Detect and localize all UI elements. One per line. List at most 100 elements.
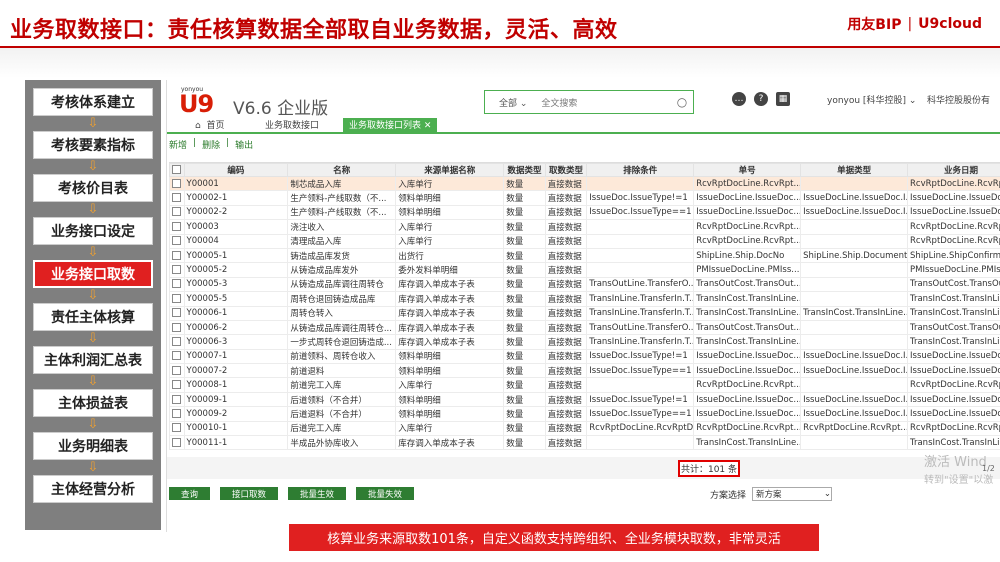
toolbar-separator: | [226,138,230,148]
table-cell: PMIssueDocLine.PMIss... [907,262,1000,278]
column-header[interactable]: 编码 [183,163,289,177]
table-row[interactable]: Y00006-1 周转仓转入 库存调入单成本子表 数量 直接数据 TransInLine.… [169,305,1000,321]
scheme-select[interactable]: 新方案 ⌄ [752,487,833,501]
row-checkbox[interactable] [169,247,185,264]
row-checkbox[interactable] [169,391,185,408]
table-row[interactable]: Y00009-1 后道领料（不合并） 领料单明细 数量 直接数据 IssueDoc.Iss… [169,391,1000,408]
table-row[interactable]: Y00002-2 生产领料-产线取数（不... 领料单明细 数量 直接数据 IssueDo… [169,204,1000,221]
column-header[interactable]: 取数类型 [544,163,588,177]
search-icon[interactable]: ○ [671,95,693,109]
table-cell: ShipLine.Ship.Document... [800,247,909,264]
data-table: 编码 名称 来源单据名称 数据类型 取数类型 排除条件 单号 单据类型 业务日期 Y00001 制… [169,163,1000,451]
tab-business-fetch[interactable]: 业务取数接口 [265,118,319,134]
delete-button[interactable]: 删除 [202,138,220,151]
table-cell: Y00005-1 [183,247,289,264]
row-checkbox[interactable] [169,334,185,350]
batch-effect-button[interactable]: 批量生效 [288,487,347,500]
row-checkbox[interactable] [169,276,185,293]
row-checkbox[interactable] [169,319,185,336]
table-row[interactable]: Y00006-3 一步式周转仓退回铸造成... 库存调入单成本子表 数量 直接数据 Tra… [169,334,1000,350]
top-icons: … ? ▦ [732,92,790,106]
flow-step: 责任主体核算 [33,303,153,331]
flow-arrow-icon: ⇩ [87,417,99,432]
row-checkbox[interactable] [169,377,185,393]
row-checkbox[interactable] [169,233,185,249]
select-all-checkbox[interactable] [169,163,185,177]
table-row[interactable]: Y00005-2 从铸造成品库发外 委外发料单明细 数量 直接数据 PMIssueDocL… [169,262,1000,278]
table-row[interactable]: Y00004 清理成品入库 入库单行 数量 直接数据 RcvRptDocLine.RcvR… [169,233,1000,249]
flow-arrow-icon: ⇩ [87,245,99,260]
column-header[interactable]: 名称 [287,163,397,177]
row-checkbox[interactable] [169,204,185,221]
u9-app-window: yonyou U9 V6.6 企业版 全部 ⌄ 全文搜索 ○ … ? ▦ yon… [166,80,1000,532]
global-search[interactable]: 全部 ⌄ 全文搜索 ○ [484,90,694,114]
table-row[interactable]: Y00007-2 前道退料 领料单明细 数量 直接数据 IssueDoc.IssueTyp… [169,363,1000,379]
table-row[interactable]: Y00009-2 后道退料（不合并） 领料单明细 数量 直接数据 IssueDoc.Iss… [169,406,1000,422]
row-checkbox[interactable] [169,305,185,321]
message-icon[interactable]: … [732,92,746,106]
table-row[interactable]: Y00005-1 铸造成品库发货 出货行 数量 直接数据 ShipLine.Ship.Do… [169,247,1000,264]
table-cell: 半成品外协库收入 [287,435,397,451]
brand-u9cloud: U9cloud [918,16,982,32]
table-cell: 制芯成品入库 [287,175,397,192]
table-cell: Y00002-2 [183,204,289,221]
calendar-icon[interactable]: ▦ [776,92,790,106]
table-row[interactable]: Y00005-3 从铸造成品库调往周转仓 库存调入单成本子表 数量 直接数据 TransO… [169,276,1000,293]
table-cell: 直接数据 [544,348,588,365]
table-cell: Y00008-1 [183,377,289,393]
column-header[interactable]: 来源单据名称 [395,163,505,177]
org-name[interactable]: 科华控股股份有 [927,93,990,106]
table-row[interactable]: Y00002-1 生产领料-产线取数（不... 领料单明细 数量 直接数据 IssueDo… [169,190,1000,206]
table-cell: 入库单行 [395,233,505,249]
table-cell: 直接数据 [544,204,588,221]
column-header[interactable]: 数据类型 [503,163,546,177]
table-cell: 后道完工入库 [287,420,397,437]
table-row[interactable]: Y00001 制芯成品入库 入库单行 数量 直接数据 RcvRptDocLine.RcvR… [169,175,1000,192]
query-button[interactable]: 查询 [169,487,211,500]
row-checkbox[interactable] [169,348,185,365]
column-header[interactable]: 单据类型 [800,163,909,177]
column-header[interactable]: 单号 [693,163,802,177]
tab-home[interactable]: ⌂ 首页 [195,118,224,134]
add-button[interactable]: 新增 [169,138,187,151]
table-cell: TransInCost.TransInLine... [693,305,802,321]
table-cell: 数量 [503,406,546,422]
row-checkbox[interactable] [169,363,185,379]
table-cell: 出货行 [395,247,505,264]
row-checkbox[interactable] [169,190,185,206]
close-icon[interactable]: ✕ [424,121,432,131]
table-row[interactable]: Y00003 浇注收入 入库单行 数量 直接数据 RcvRptDocLine.RcvRpt… [169,219,1000,235]
table-row[interactable]: Y00006-2 从铸造成品库调往周转仓... 库存调入单成本子表 数量 直接数据 Tra… [169,319,1000,336]
row-checkbox[interactable] [169,262,185,278]
table-cell: ShipLine.ShipConfirmDate [907,247,1000,264]
row-checkbox[interactable] [169,420,185,437]
table-row[interactable]: Y00008-1 前道完工入库 入库单行 数量 直接数据 RcvRptDocLine.Rc… [169,377,1000,393]
tab-business-fetch-list[interactable]: 业务取数接口列表 ✕ [343,118,438,134]
row-checkbox[interactable] [169,291,185,307]
row-checkbox[interactable] [169,219,185,235]
table-row[interactable]: Y00007-1 前道领料、周转仓收入 领料单明细 数量 直接数据 IssueDoc.Is… [169,348,1000,365]
table-cell: TransInCost.TransInLine... [693,334,802,350]
table-row[interactable]: Y00011-1 半成品外协库收入 库存调入单成本子表 数量 直接数据 TransInCo… [169,435,1000,451]
row-checkbox[interactable] [169,435,185,451]
search-input[interactable]: 全文搜索 [533,96,671,109]
row-checkbox[interactable] [169,175,185,192]
table-cell: TransInCost.TransInLine... [693,435,802,451]
activation-watermark: 激活 Wind [924,455,987,470]
table-cell: 领料单明细 [395,363,505,379]
table-cell: RcvRptDocLine.RcvRpt... [907,233,1000,249]
column-header[interactable]: 业务日期 [907,163,1000,177]
export-button[interactable]: 输出 [235,138,253,151]
user-menu[interactable]: yonyou [科华控股] ⌄ [827,93,916,106]
search-scope-select[interactable]: 全部 ⌄ [485,96,533,109]
table-cell: 从铸造成品库发外 [287,262,397,278]
table-cell: TransInLine.TransferIn.T... [586,334,695,350]
table-row[interactable]: Y00005-5 周转仓退回铸造成品库 库存调入单成本子表 数量 直接数据 TransIn… [169,291,1000,307]
fetch-button[interactable]: 接口取数 [220,487,279,500]
batch-invalid-button[interactable]: 批量失效 [356,487,415,500]
table-cell: RcvRptDocLine.RcvRpt... [693,175,802,192]
row-checkbox[interactable] [169,406,185,422]
help-icon[interactable]: ? [754,92,768,106]
table-row[interactable]: Y00010-1 后道完工入库 入库单行 数量 直接数据 RcvRptDocLine.Rc… [169,420,1000,437]
column-header[interactable]: 排除条件 [586,163,695,177]
